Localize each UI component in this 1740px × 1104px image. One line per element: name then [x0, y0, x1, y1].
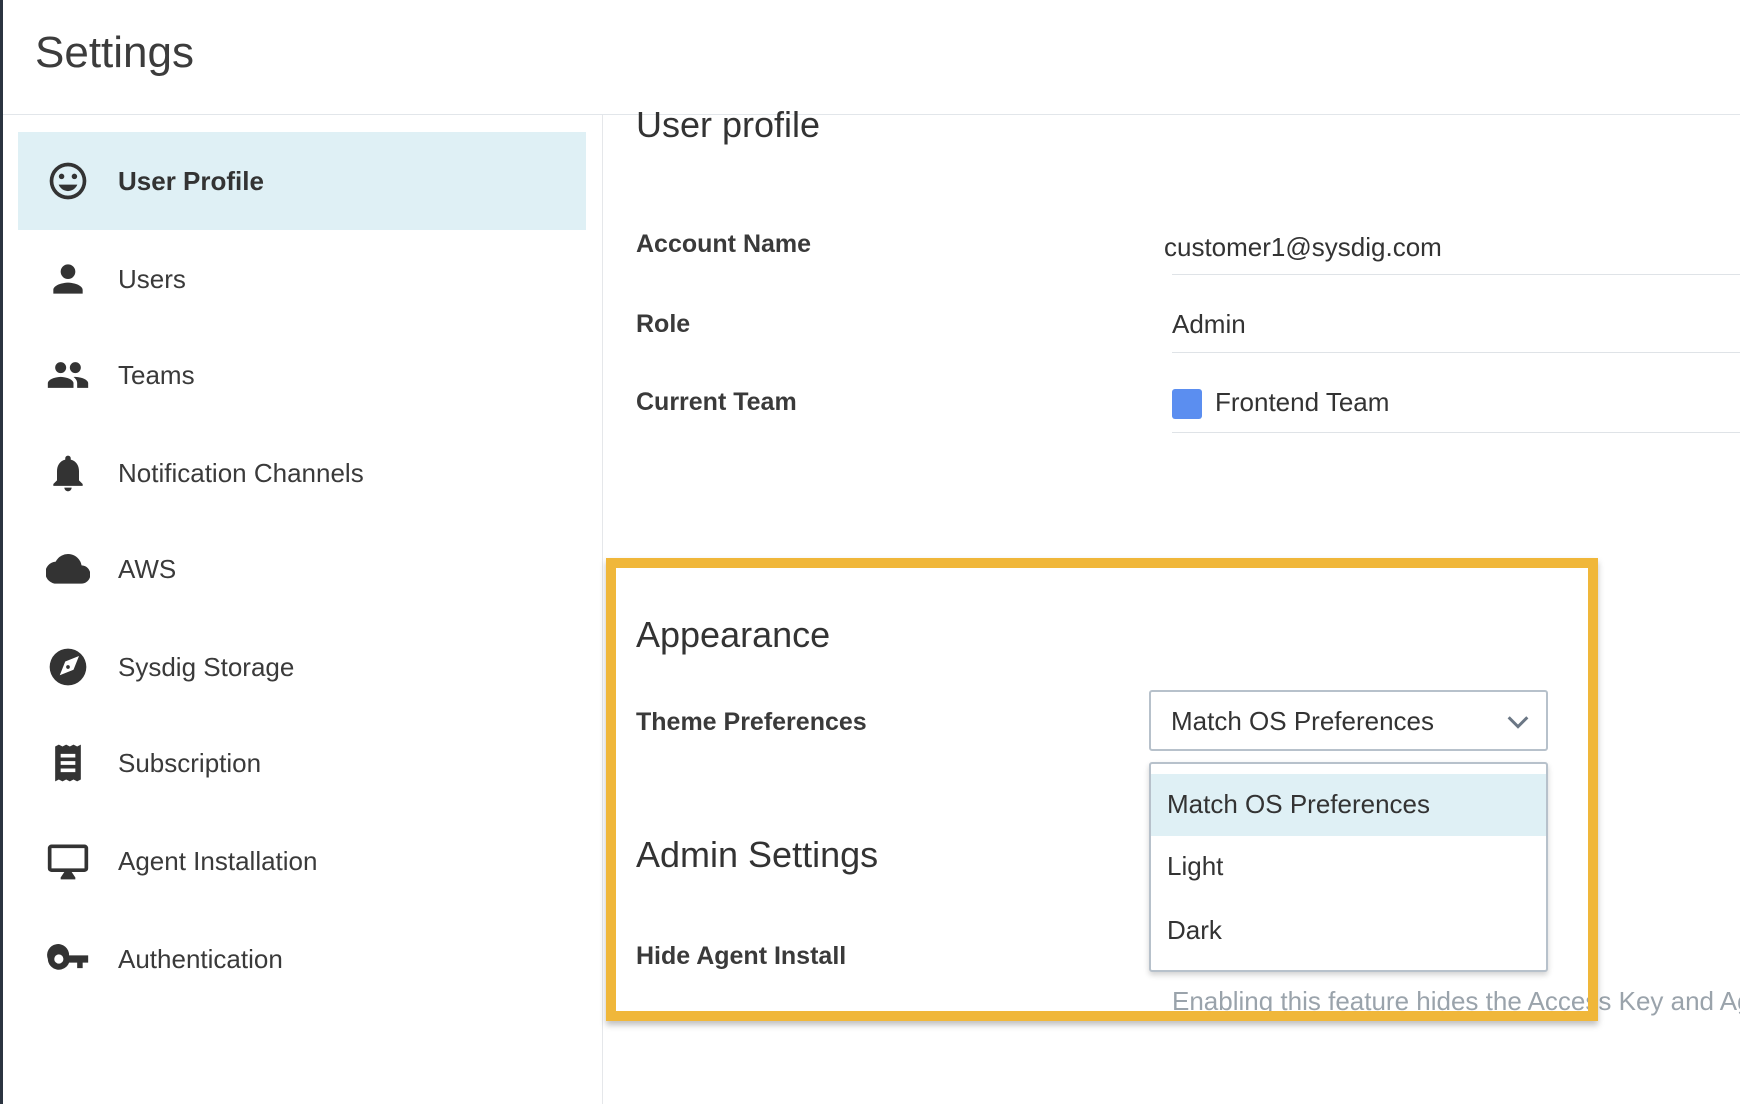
theme-option-light[interactable]: Light — [1151, 836, 1546, 898]
page-header: Settings — [3, 0, 1740, 115]
chevron-down-icon — [1504, 708, 1532, 736]
sidebar-item-label: Users — [118, 263, 186, 294]
account-name-value: customer1@sysdig.com — [1164, 232, 1442, 262]
page-title: Settings — [35, 28, 194, 77]
sidebar-item-users[interactable]: Users — [18, 230, 586, 328]
cloud-icon — [46, 547, 90, 591]
sidebar-item-label: Authentication — [118, 943, 283, 974]
theme-option-dark[interactable]: Dark — [1151, 900, 1546, 962]
smiley-icon — [46, 159, 90, 203]
sidebar-item-aws[interactable]: AWS — [18, 520, 586, 618]
sidebar-item-authentication[interactable]: Authentication — [18, 910, 586, 1008]
hide-agent-install-label: Hide Agent Install — [636, 942, 847, 970]
appearance-title: Appearance — [636, 614, 831, 655]
theme-select[interactable]: Match OS Preferences — [1149, 690, 1548, 751]
role-divider — [1172, 352, 1740, 353]
group-icon — [46, 353, 90, 397]
sidebar-item-label: AWS — [118, 553, 177, 584]
sidebar-item-teams[interactable]: Teams — [18, 326, 586, 424]
current-team-value: Frontend Team — [1215, 387, 1390, 417]
sidebar-item-label: User Profile — [118, 165, 264, 196]
admin-settings-title: Admin Settings — [636, 834, 879, 875]
theme-preferences-label: Theme Preferences — [636, 708, 867, 736]
key-icon — [46, 937, 90, 981]
current-team-divider — [1172, 432, 1740, 433]
bell-icon — [46, 451, 90, 495]
sidebar-item-label: Subscription — [118, 747, 262, 778]
sidebar-item-user-profile[interactable]: User Profile — [18, 132, 586, 230]
sidebar-item-label: Sysdig Storage — [118, 651, 295, 682]
sidebar-item-subscription[interactable]: Subscription — [18, 714, 586, 812]
sidebar-item-label: Agent Installation — [118, 845, 318, 876]
current-team-label: Current Team — [636, 388, 797, 416]
hide-agent-help-text: Enabling this feature hides the Access K… — [1172, 986, 1740, 1016]
sidebar-item-notification-channels[interactable]: Notification Channels — [18, 424, 586, 522]
account-name-divider — [1172, 274, 1740, 275]
theme-dropdown-menu: Match OS Preferences Light Dark — [1149, 762, 1548, 972]
team-color-swatch — [1172, 389, 1202, 419]
receipt-icon — [46, 741, 90, 785]
monitor-icon — [46, 839, 90, 883]
person-icon — [46, 257, 90, 301]
role-label: Role — [636, 310, 691, 338]
sidebar-item-label: Teams — [118, 359, 195, 390]
role-value: Admin — [1172, 309, 1246, 339]
sidebar-item-sysdig-storage[interactable]: Sysdig Storage — [18, 618, 586, 716]
sidebar-item-agent-installation[interactable]: Agent Installation — [18, 812, 586, 910]
account-name-label: Account Name — [636, 230, 812, 258]
sidebar: User Profile Users Teams Notification Ch… — [3, 115, 603, 1104]
user-profile-title: User profile — [636, 104, 821, 145]
storage-icon — [46, 645, 90, 689]
theme-option-match-os[interactable]: Match OS Preferences — [1151, 774, 1546, 836]
sidebar-item-label: Notification Channels — [118, 457, 364, 488]
theme-select-value: Match OS Preferences — [1171, 706, 1434, 736]
